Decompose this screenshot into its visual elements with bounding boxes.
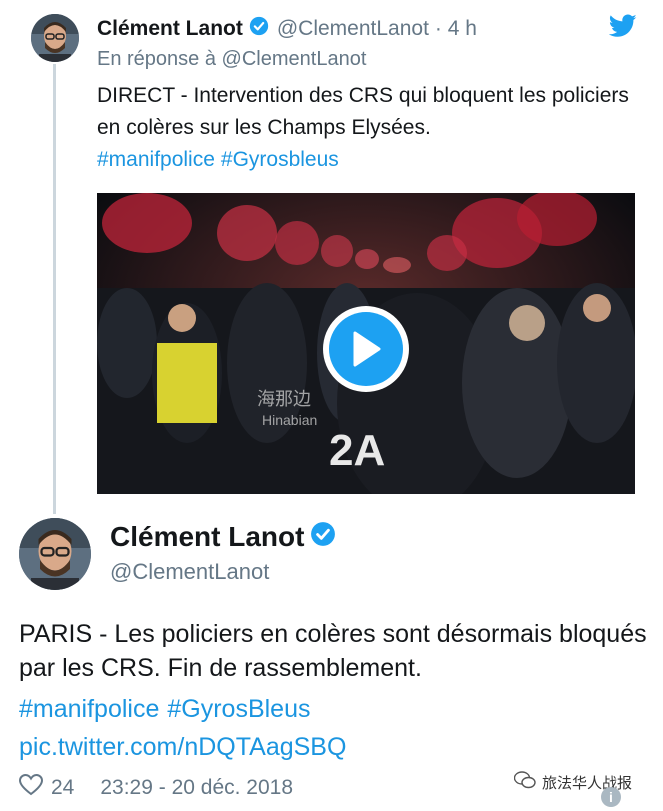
watermark-en-text: Hinabian xyxy=(262,412,317,428)
main-tweet-header: Clément Lanot @ClementLanot xyxy=(110,519,336,585)
tweet-footer: 24 23:29 - 20 déc. 2018 xyxy=(18,771,293,805)
thread-connector xyxy=(53,64,56,514)
tweet-timestamp[interactable]: 23:29 - 20 déc. 2018 xyxy=(100,776,293,800)
author-name[interactable]: Clément Lanot xyxy=(97,17,243,41)
author-name[interactable]: Clément Lanot xyxy=(110,521,304,553)
verified-badge-icon xyxy=(310,521,336,554)
video-player[interactable]: 2A 海那边 Hinabian xyxy=(97,193,635,494)
hashtag-link[interactable]: #GyrosBleus xyxy=(167,695,310,723)
media-link[interactable]: pic.twitter.com/nDQTAagSBQ xyxy=(19,730,346,764)
wechat-icon xyxy=(513,771,536,793)
reply-prefix: En réponse à xyxy=(97,48,216,70)
avatar-image xyxy=(19,518,91,590)
hashtag-link[interactable]: #manifpolice xyxy=(19,695,159,723)
author-handle[interactable]: @ClementLanot xyxy=(277,17,429,41)
video-overlay-text: 2A xyxy=(329,426,385,475)
verified-badge-icon xyxy=(249,16,269,42)
play-button[interactable] xyxy=(323,306,409,392)
info-icon[interactable]: i xyxy=(601,787,621,807)
heart-icon[interactable] xyxy=(18,773,44,802)
tweet-text: DIRECT - Intervention des CRS qui bloque… xyxy=(97,84,629,139)
avatar[interactable] xyxy=(31,14,79,62)
hashtag-list: #manifpolice #GyrosBleus xyxy=(19,692,318,726)
avatar[interactable] xyxy=(19,518,91,590)
watermark-text: 旅法华人战报 xyxy=(542,774,633,792)
twitter-bird-icon[interactable] xyxy=(608,14,637,43)
reply-tweet[interactable]: Clément Lanot @ClementLanot · 4 h En rép… xyxy=(97,12,637,176)
hashtag-list: #manifpolice #Gyrosbleus xyxy=(97,144,637,176)
watermark-cn-text: 海那边 xyxy=(257,389,311,409)
author-handle[interactable]: @ClementLanot xyxy=(110,559,336,585)
tweet-time[interactable]: · 4 h xyxy=(435,17,477,41)
avatar-image xyxy=(31,14,79,62)
reply-handle-link[interactable]: @ClementLanot xyxy=(222,48,367,70)
tweet-text: PARIS - Les policiers en colères sont dé… xyxy=(19,620,647,682)
hashtag-link[interactable]: #Gyrosbleus xyxy=(221,148,339,171)
reply-context: En réponse à @ClementLanot xyxy=(97,48,637,78)
hashtag-link[interactable]: #manifpolice xyxy=(97,148,215,171)
play-icon xyxy=(329,312,403,386)
like-count: 24 xyxy=(51,776,75,799)
